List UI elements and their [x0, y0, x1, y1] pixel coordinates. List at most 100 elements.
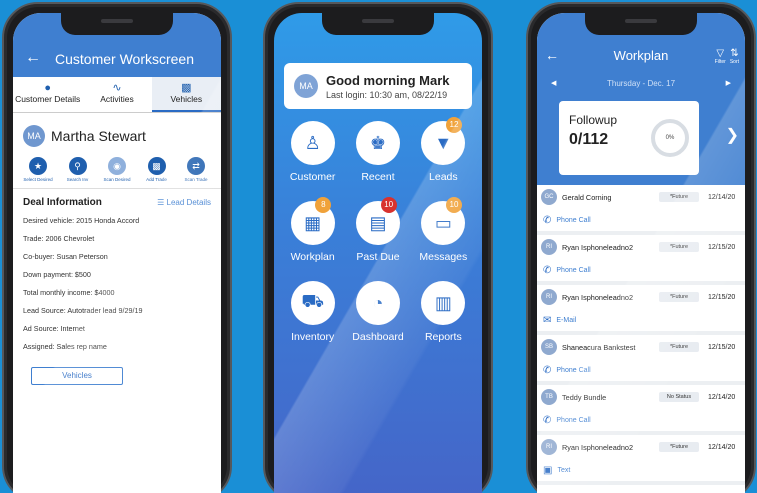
greeting-text: Good morning Mark [326, 72, 450, 88]
past-due-badge: 10 [380, 197, 397, 213]
customer-header: MA Martha Stewart [13, 113, 221, 153]
status-badge: *Future [659, 342, 699, 352]
arrow-left-icon[interactable]: ← [25, 49, 41, 67]
phone-notch [322, 13, 434, 35]
customer-name: Ryan Isphoneleadno2 [562, 292, 633, 302]
tile-leads[interactable]: ▼ 12 Leads [411, 117, 476, 183]
chevron-right-icon[interactable]: ❯ [726, 125, 739, 145]
greeting-card: MA Good morning Mark Last login: 10:30 a… [284, 63, 472, 109]
avatar: GC [541, 189, 557, 205]
task-action: Phone Call [556, 416, 591, 424]
lead-details-link[interactable]: ☰ Lead Details [157, 198, 211, 207]
status-badge: *Future [659, 192, 699, 202]
customer-name: Ryan Isphoneleadno2 [562, 242, 633, 252]
tile-dashboard[interactable]: ◔ Dashboard [345, 281, 410, 343]
avatar: RI [541, 439, 557, 455]
car-money-icon: ⛟ [290, 281, 335, 325]
tile-label: Customer [289, 171, 336, 183]
scan-desired-button[interactable]: ◉ Scan Desired [98, 157, 136, 182]
action-label: Scan Desired [103, 177, 131, 182]
scan-trade-button[interactable]: ⇄ Scan Trade [177, 157, 215, 182]
list-item[interactable]: RI Ryan Isphoneleadno2 *Future 12/15/20 ✉ E-… [537, 285, 745, 335]
action-bar: ★ Select Desired ⚲ Search Inv ◉ Scan Desire… [13, 153, 221, 189]
phone-icon: ✆ [543, 414, 552, 426]
tab-activities[interactable]: ∿ Activities [82, 77, 151, 112]
header-tools: ▽ Filter ⇅ Sort [715, 48, 739, 66]
lead-details-label: Lead Details [166, 198, 211, 207]
tab-customer-details[interactable]: ● Customer Details [13, 77, 82, 112]
phone-notch [61, 13, 173, 35]
list-item[interactable]: SB Shaneacura Bankstest *Future 12/15/20 ✆ P… [537, 335, 745, 385]
dashboard-icon: ◔ [355, 281, 400, 325]
add-trade-button[interactable]: ▩ Add Trade [138, 157, 176, 182]
tile-messages[interactable]: ▭ 10 Messages [411, 197, 476, 263]
last-login-text: Last login: 10:30 am, 08/22/19 [326, 89, 448, 100]
avatar: MA [294, 74, 318, 98]
action-label: Search Inv [66, 177, 89, 182]
tile-workplan[interactable]: ▦ 8 Workplan [280, 197, 345, 263]
deal-line: Ad Source: Internet [23, 324, 85, 333]
deal-line: Desired vehicle: 2015 Honda Accord [23, 216, 140, 225]
filter-icon: ▽ [716, 48, 725, 59]
avatar: TB [541, 389, 557, 405]
tab-bar: ● Customer Details ∿ Activities ▩ Vehicl… [13, 77, 221, 113]
task-date: 12/15/20 [708, 343, 736, 351]
car-icon: ▩ [147, 157, 166, 175]
tile-reports[interactable]: ▥ Reports [411, 281, 476, 343]
followup-card[interactable]: Followup 0/112 0% [559, 101, 699, 175]
tab-label: Activities [100, 94, 134, 104]
star-icon: ★ [29, 157, 47, 175]
task-action: E-Mail [556, 316, 577, 324]
tile-label: Workplan [290, 251, 335, 263]
deal-information-section: Deal Information ☰ Lead Details Desired … [13, 189, 221, 393]
person-icon: ● [44, 82, 51, 94]
customer-name: Teddy Bundle [562, 392, 607, 402]
deal-title: Deal Information [23, 197, 102, 208]
menu-grid: ♙ Customer ♚ Recent ▼ 12 Leads ▦ 8 Workplan ▤ 1… [280, 117, 476, 343]
task-action: Phone Call [556, 366, 591, 374]
progress-ring: 0% [651, 119, 689, 157]
search-icon: ⚲ [68, 157, 87, 175]
car-icon: ▩ [181, 82, 192, 94]
list-item[interactable]: RI Ryan Isphoneleadno2 *Future 12/15/20 ✆ Ph… [537, 235, 745, 285]
tab-label: Vehicles [170, 94, 203, 104]
tile-recent[interactable]: ♚ Recent [345, 121, 410, 183]
vehicles-button[interactable]: Vehicles [31, 367, 123, 385]
deal-line: Assigned: Sales rep name [23, 342, 107, 351]
progress-percent: 0% [665, 135, 675, 141]
task-date: 12/15/20 [708, 293, 736, 301]
status-badge: *Future [659, 242, 699, 252]
tile-customer[interactable]: ♙ Customer [280, 121, 345, 183]
deal-line: Down payment: $500 [23, 270, 91, 279]
list-item[interactable]: RI Ryan Isphoneleadno2 *Future 12/14/20 ▣ Te… [537, 435, 745, 485]
page-title: Customer Workscreen [55, 51, 195, 67]
search-inv-button[interactable]: ⚲ Search Inv [59, 157, 97, 182]
tile-inventory[interactable]: ⛟ Inventory [280, 281, 345, 343]
deal-line: Co-buyer: Susan Peterson [23, 252, 108, 261]
tile-label: Reports [424, 331, 462, 343]
screen: MA Good morning Mark Last login: 10:30 a… [274, 13, 482, 493]
phone-icon: ✆ [543, 364, 552, 376]
select-desired-button[interactable]: ★ Select Desired [19, 157, 57, 182]
phone-customer-workscreen: ← Customer Workscreen ● Customer Details… [2, 2, 232, 493]
status-badge: *Future [659, 442, 699, 452]
prev-day-icon[interactable]: ◀ [551, 79, 556, 87]
tile-label: Messages [419, 251, 468, 263]
avatar: MA [23, 125, 45, 147]
task-action: Text [557, 466, 571, 474]
list-item[interactable]: GC Gerald Corning *Future 12/14/20 ✆ Phone C… [537, 185, 745, 235]
next-day-icon[interactable]: ▶ [726, 79, 731, 87]
customer-name: Ryan Isphoneleadno2 [562, 442, 633, 452]
filter-button[interactable]: ▽ Filter [715, 48, 726, 66]
tab-vehicles[interactable]: ▩ Vehicles [151, 77, 221, 112]
deal-line: Total monthly income: $4000 [23, 288, 115, 297]
avatar: SB [541, 339, 557, 355]
deal-line: Lead Source: Autotrader lead 9/29/19 [23, 306, 143, 315]
list-item[interactable]: TB Teddy Bundle No Status 12/14/20 ✆ Phone C… [537, 385, 745, 435]
tile-past-due[interactable]: ▤ 10 Past Due [345, 197, 410, 263]
phone-notch [585, 13, 697, 35]
customer-name: Gerald Corning [562, 192, 612, 202]
text-icon: ▣ [543, 464, 553, 476]
sort-button[interactable]: ⇅ Sort [730, 49, 739, 66]
reports-icon: ▥ [421, 281, 466, 325]
